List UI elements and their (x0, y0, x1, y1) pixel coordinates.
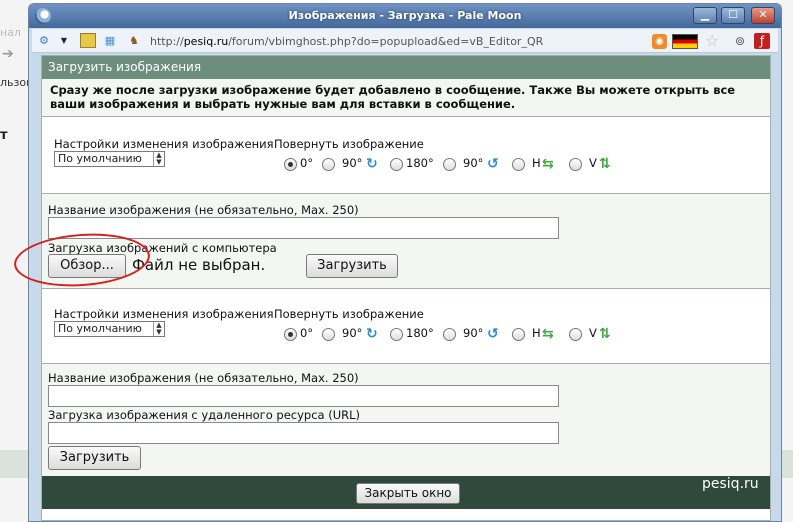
url-upload-section: Название изображения (не обязательно, Ma… (42, 364, 770, 476)
resize-select[interactable]: По умолчанию ▲ ▼ (54, 321, 165, 337)
rotate-radio-0[interactable] (284, 158, 297, 171)
window-title: Изображения - Загрузка - Pale Moon (288, 9, 522, 22)
flip-radio-h[interactable] (512, 158, 525, 171)
close-dialog-button[interactable]: Закрыть окно (356, 483, 460, 504)
watermark: pesiq.ru (702, 476, 759, 492)
url-text[interactable]: http://pesiq.ru/forum/vbimghost.php?do=p… (150, 35, 543, 48)
rotate-option-label: 90° (342, 156, 363, 170)
rotate-radio-0[interactable] (284, 328, 297, 341)
identity-icon[interactable]: ⚙ (36, 33, 52, 48)
rotate-radio-90-ccw[interactable] (443, 328, 456, 341)
flip-horizontal-icon: ⇆ (542, 156, 554, 172)
rotate-option-label: 0° (300, 326, 314, 340)
upload-button-url[interactable]: Загрузить (48, 446, 141, 470)
resize-select[interactable]: По умолчанию ▲ ▼ (54, 151, 165, 167)
background-arrow-icon: ➔ (2, 46, 14, 62)
site-icon: ♞ (129, 34, 139, 47)
maximize-button[interactable]: ☐ (721, 7, 745, 24)
minimize-button[interactable]: ▁ (693, 7, 717, 24)
rotate-option-label: H (532, 156, 541, 170)
background-text: нал (0, 26, 21, 39)
flip-radio-v[interactable] (569, 158, 582, 171)
no-file-text: Файл не выбран. (132, 256, 266, 274)
resize-label: Настройки изменения изображения (54, 137, 274, 151)
name-label: Название изображения (не обязательно, Ma… (48, 371, 359, 385)
rotate-radio-90-cw[interactable] (322, 328, 335, 341)
rotate-cw-icon: ↻ (366, 156, 378, 172)
reader-icon[interactable]: ⊚ (732, 33, 748, 49)
select-arrow-icon: ▲ ▼ (153, 152, 164, 166)
rotate-cw-icon: ↻ (366, 326, 378, 342)
rotate-option-label: 0° (300, 156, 314, 170)
resize-rotate-section-2: Настройки изменения изображения По умолч… (42, 289, 770, 364)
rotate-ccw-icon: ↺ (487, 156, 499, 172)
dialog-header: Загрузить изображения (42, 56, 770, 79)
flash-icon[interactable]: ƒ (754, 33, 770, 49)
flip-horizontal-icon: ⇆ (542, 326, 554, 342)
rotate-radio-180[interactable] (390, 158, 403, 171)
upload-button-local[interactable]: Загрузить (306, 254, 398, 278)
flip-vertical-icon: ⇅ (599, 156, 611, 172)
rotate-radio-180[interactable] (390, 328, 403, 341)
close-window-button[interactable]: ✕ (751, 7, 775, 24)
resize-label: Настройки изменения изображения (54, 307, 274, 321)
image-name-input-2[interactable] (48, 385, 559, 407)
german-flag-icon[interactable] (672, 34, 698, 49)
rotate-option-label: V (589, 156, 597, 170)
image-name-input-1[interactable] (48, 217, 559, 239)
rotate-option-label: V (589, 326, 597, 340)
rotate-option-label: 180° (406, 156, 434, 170)
rotate-radio-90-cw[interactable] (322, 158, 335, 171)
upload-dialog: Загрузить изображения Сразу же после заг… (41, 55, 771, 521)
url-label: Загрузка изображения с удаленного ресурс… (48, 408, 361, 422)
title-bar[interactable]: Изображения - Загрузка - Pale Moon ▁ ☐ ✕ (29, 4, 781, 28)
address-bar: ⚙ ▼ ▦ ♞ http://pesiq.ru/forum/vbimghost.… (32, 29, 778, 53)
rss-icon[interactable]: ◉ (652, 34, 667, 49)
bookmark-star-icon[interactable]: ☆ (705, 31, 719, 50)
rotate-label: Повернуть изображение (274, 307, 424, 321)
name-label: Название изображения (не обязательно, Ma… (48, 203, 359, 217)
rotate-option-label: H (532, 326, 541, 340)
flip-vertical-icon: ⇅ (599, 326, 611, 342)
select-arrow-icon: ▲ ▼ (153, 322, 164, 336)
rotate-radio-90-ccw[interactable] (443, 158, 456, 171)
resize-rotate-section-1: Настройки изменения изображения По умолч… (42, 119, 770, 194)
rotate-label: Повернуть изображение (274, 137, 424, 151)
dialog-footer: Закрыть окно (42, 476, 770, 509)
rotate-option-label: 90° (463, 156, 484, 170)
toolbar-icon[interactable] (80, 33, 96, 48)
flip-radio-v[interactable] (569, 328, 582, 341)
background-text: т (0, 128, 8, 143)
rotate-option-label: 180° (406, 326, 434, 340)
dialog-intro: Сразу же после загрузки изображение буде… (42, 79, 770, 117)
grid-icon[interactable]: ▦ (102, 33, 118, 48)
rotate-ccw-icon: ↺ (487, 326, 499, 342)
flip-radio-h[interactable] (512, 328, 525, 341)
rotate-option-label: 90° (463, 326, 484, 340)
image-url-input[interactable] (48, 422, 559, 444)
rotate-option-label: 90° (342, 326, 363, 340)
local-upload-section: Название изображения (не обязательно, Ma… (42, 194, 770, 289)
chevron-down-icon[interactable]: ▼ (56, 33, 72, 48)
